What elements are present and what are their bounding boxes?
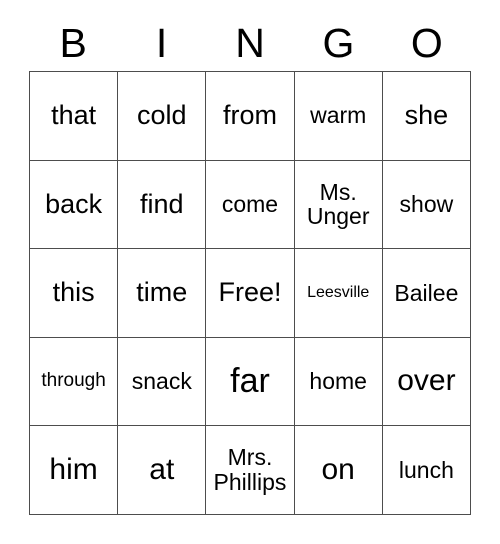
bingo-cell-label: on xyxy=(321,452,355,486)
bingo-cell-free[interactable]: Free! xyxy=(206,249,295,338)
bingo-cell-label: she xyxy=(404,100,449,131)
bingo-cell-label: Ms. Unger xyxy=(306,178,370,230)
bingo-cell-label: through xyxy=(41,370,106,392)
bingo-cell-label: Leesville xyxy=(307,284,370,302)
bingo-cell-label: time xyxy=(136,277,188,308)
bingo-header: B I N G O xyxy=(29,16,471,71)
bingo-cell-label: him xyxy=(49,452,98,486)
bingo-cell-label: this xyxy=(52,277,95,308)
bingo-cell-label: show xyxy=(399,190,454,217)
bingo-cell-b5[interactable]: him xyxy=(30,426,119,515)
bingo-cell-label: snack xyxy=(131,368,192,395)
bingo-cell-g1[interactable]: warm xyxy=(294,72,383,161)
bingo-cell-i2[interactable]: find xyxy=(118,160,207,250)
bingo-card: B I N G O that cold from warm she back f… xyxy=(0,0,500,544)
bingo-cell-label: at xyxy=(149,452,175,486)
bingo-cell-b4[interactable]: through xyxy=(30,337,119,427)
bingo-cell-b1[interactable]: that xyxy=(30,72,119,161)
bingo-grid: that cold from warm she back find come M… xyxy=(29,71,471,515)
bingo-cell-o4[interactable]: over xyxy=(382,337,471,427)
bingo-cell-label: Bailee xyxy=(394,279,459,306)
bingo-cell-n2[interactable]: come xyxy=(206,160,295,250)
bingo-cell-label: find xyxy=(140,188,184,219)
header-letter-g: G xyxy=(322,20,355,66)
bingo-cell-g2[interactable]: Ms. Unger xyxy=(294,160,383,250)
bingo-cell-label: cold xyxy=(137,100,187,131)
bingo-cell-b2[interactable]: back xyxy=(30,160,119,250)
bingo-cell-o3[interactable]: Bailee xyxy=(382,249,471,338)
bingo-cell-label: from xyxy=(222,100,277,131)
bingo-cell-label: far xyxy=(230,362,270,401)
bingo-cell-o2[interactable]: show xyxy=(382,160,471,250)
bingo-cell-i5[interactable]: at xyxy=(118,426,207,515)
bingo-cell-label: over xyxy=(397,364,456,398)
bingo-cell-label: that xyxy=(51,100,97,131)
header-letter-i: I xyxy=(155,20,168,66)
header-letter-n: N xyxy=(235,20,265,66)
bingo-cell-o1[interactable]: she xyxy=(382,72,471,161)
bingo-cell-g3[interactable]: Leesville xyxy=(294,249,383,338)
bingo-cell-label: come xyxy=(221,190,279,217)
bingo-cell-g4[interactable]: home xyxy=(294,337,383,427)
bingo-cell-o5[interactable]: lunch xyxy=(382,426,471,515)
header-letter-o: O xyxy=(410,20,443,66)
bingo-cell-label: back xyxy=(45,188,103,219)
bingo-cell-n4[interactable]: far xyxy=(206,337,295,427)
bingo-cell-i1[interactable]: cold xyxy=(118,72,207,161)
bingo-cell-g5[interactable]: on xyxy=(294,426,383,515)
bingo-cell-n5[interactable]: Mrs. Phillips xyxy=(206,426,295,515)
bingo-cell-b3[interactable]: this xyxy=(30,249,119,338)
bingo-cell-label: lunch xyxy=(398,456,454,483)
bingo-cell-label: Mrs. Phillips xyxy=(213,444,287,496)
bingo-cell-i4[interactable]: snack xyxy=(118,337,207,427)
header-letter-b: B xyxy=(59,20,87,66)
bingo-cell-label: warm xyxy=(310,102,367,129)
bingo-cell-label: home xyxy=(309,368,367,395)
bingo-cell-label: Free! xyxy=(218,277,282,308)
bingo-cell-i3[interactable]: time xyxy=(118,249,207,338)
bingo-cell-n1[interactable]: from xyxy=(206,72,295,161)
